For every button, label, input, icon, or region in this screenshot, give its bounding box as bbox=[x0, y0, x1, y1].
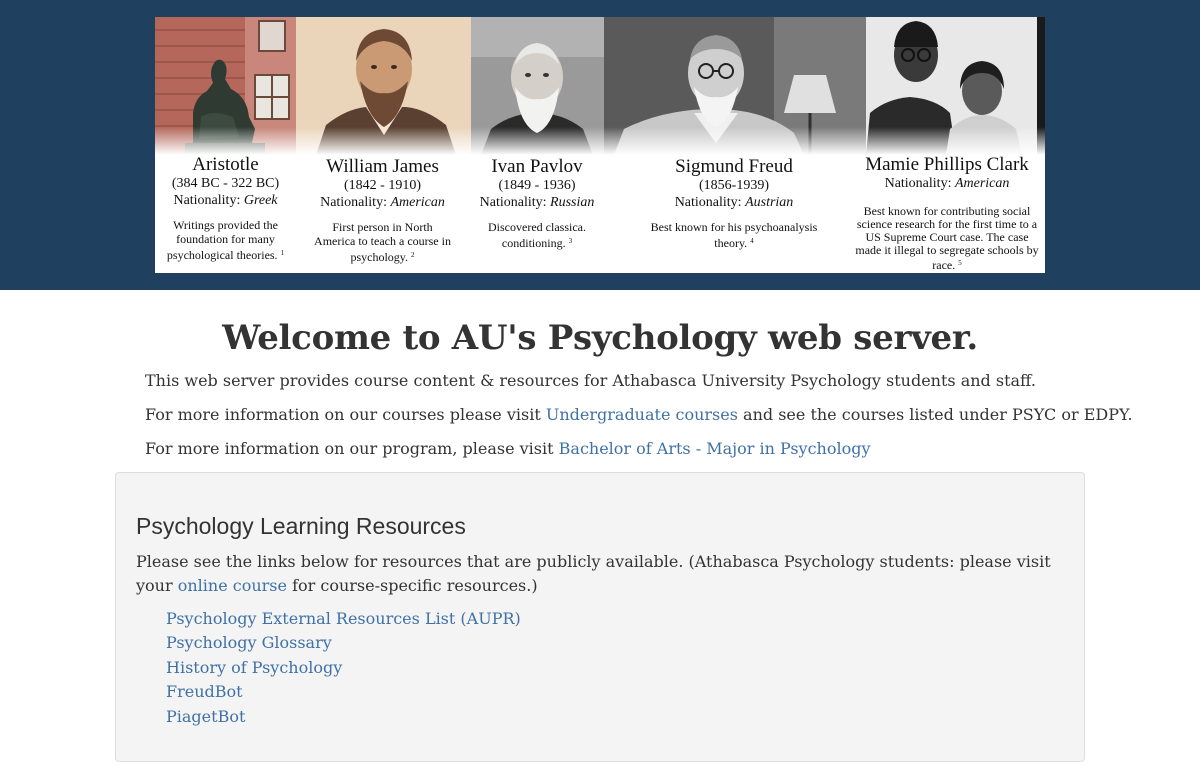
caption-ivan-pavlov: Ivan Pavlov (1849 - 1936) Nationality: R… bbox=[467, 156, 607, 251]
resources-description: Please see the links below for resources… bbox=[136, 552, 1051, 595]
person-nationality: Nationality: Austrian bbox=[674, 195, 794, 210]
person-name: William James bbox=[326, 156, 439, 177]
list-item: FreudBot bbox=[166, 680, 521, 704]
online-course-link[interactable]: online course bbox=[178, 576, 287, 595]
aristotle-portrait bbox=[155, 17, 296, 155]
person-description: Discovered classica. conditioning. 3 bbox=[488, 220, 586, 250]
person-description: Best known for contributing social scien… bbox=[855, 204, 1039, 272]
glossary-link[interactable]: Psychology Glossary bbox=[166, 633, 332, 652]
person-nationality: Nationality: Russian bbox=[479, 195, 595, 210]
external-resources-link[interactable]: Psychology External Resources List (AUPR… bbox=[166, 609, 521, 628]
header-band: Aristotle (384 BC - 322 BC) Nationality:… bbox=[0, 0, 1200, 290]
resources-heading: Psychology Learning Resources bbox=[136, 513, 466, 539]
mamie-phillips-clark-portrait bbox=[866, 17, 1045, 155]
intro-line-2: For more information on our courses plea… bbox=[145, 405, 1133, 424]
psychologists-banner-image: Aristotle (384 BC - 322 BC) Nationality:… bbox=[155, 17, 1045, 273]
undergraduate-courses-link[interactable]: Undergraduate courses bbox=[546, 405, 738, 424]
caption-sigmund-freud: Sigmund Freud (1856-1939) Nationality: A… bbox=[637, 156, 831, 251]
learning-resources-panel: Psychology Learning Resources Please see… bbox=[115, 472, 1085, 762]
list-item: History of Psychology bbox=[166, 656, 521, 680]
list-item: Psychology External Resources List (AUPR… bbox=[166, 607, 521, 631]
person-dates: (1849 - 1936) bbox=[498, 178, 576, 193]
person-dates: (1856-1939) bbox=[699, 178, 769, 193]
page-title: Welcome to AU's Psychology web server. bbox=[222, 318, 978, 358]
person-description: Best known for his psychoanalysis theory… bbox=[650, 220, 818, 250]
person-name: Mamie Phillips Clark bbox=[865, 154, 1029, 175]
piagetbot-link[interactable]: PiagetBot bbox=[166, 707, 245, 726]
resources-list: Psychology External Resources List (AUPR… bbox=[166, 607, 521, 729]
person-name: Ivan Pavlov bbox=[491, 156, 583, 177]
caption-william-james: William James (1842 - 1910) Nationality:… bbox=[301, 156, 464, 265]
person-nationality: Nationality: Greek bbox=[173, 193, 278, 208]
history-of-psychology-link[interactable]: History of Psychology bbox=[166, 658, 342, 677]
list-item: PiagetBot bbox=[166, 705, 521, 729]
person-nationality: Nationality: American bbox=[320, 195, 445, 210]
person-dates: (384 BC - 322 BC) bbox=[171, 176, 280, 191]
freudbot-link[interactable]: FreudBot bbox=[166, 682, 243, 701]
caption-aristotle: Aristotle (384 BC - 322 BC) Nationality:… bbox=[155, 154, 296, 263]
list-item: Psychology Glossary bbox=[166, 631, 521, 655]
person-description: Writings provided the foundation for man… bbox=[166, 218, 285, 262]
ivan-pavlov-portrait bbox=[471, 17, 604, 155]
william-james-portrait bbox=[296, 17, 471, 155]
person-description: First person in North America to teach a… bbox=[314, 220, 451, 264]
person-name: Aristotle bbox=[192, 154, 259, 175]
sigmund-freud-portrait bbox=[604, 17, 866, 155]
person-name: Sigmund Freud bbox=[675, 156, 793, 177]
intro-line-3: For more information on our program, ple… bbox=[145, 439, 871, 458]
person-nationality: Nationality: American bbox=[884, 176, 1010, 191]
person-dates: (1842 - 1910) bbox=[344, 178, 421, 193]
caption-mamie-phillips-clark: Mamie Phillips Clark Nationality: Americ… bbox=[849, 155, 1045, 272]
ba-major-psychology-link[interactable]: Bachelor of Arts - Major in Psychology bbox=[559, 439, 871, 458]
intro-line-1: This web server provides course content … bbox=[145, 371, 1036, 390]
